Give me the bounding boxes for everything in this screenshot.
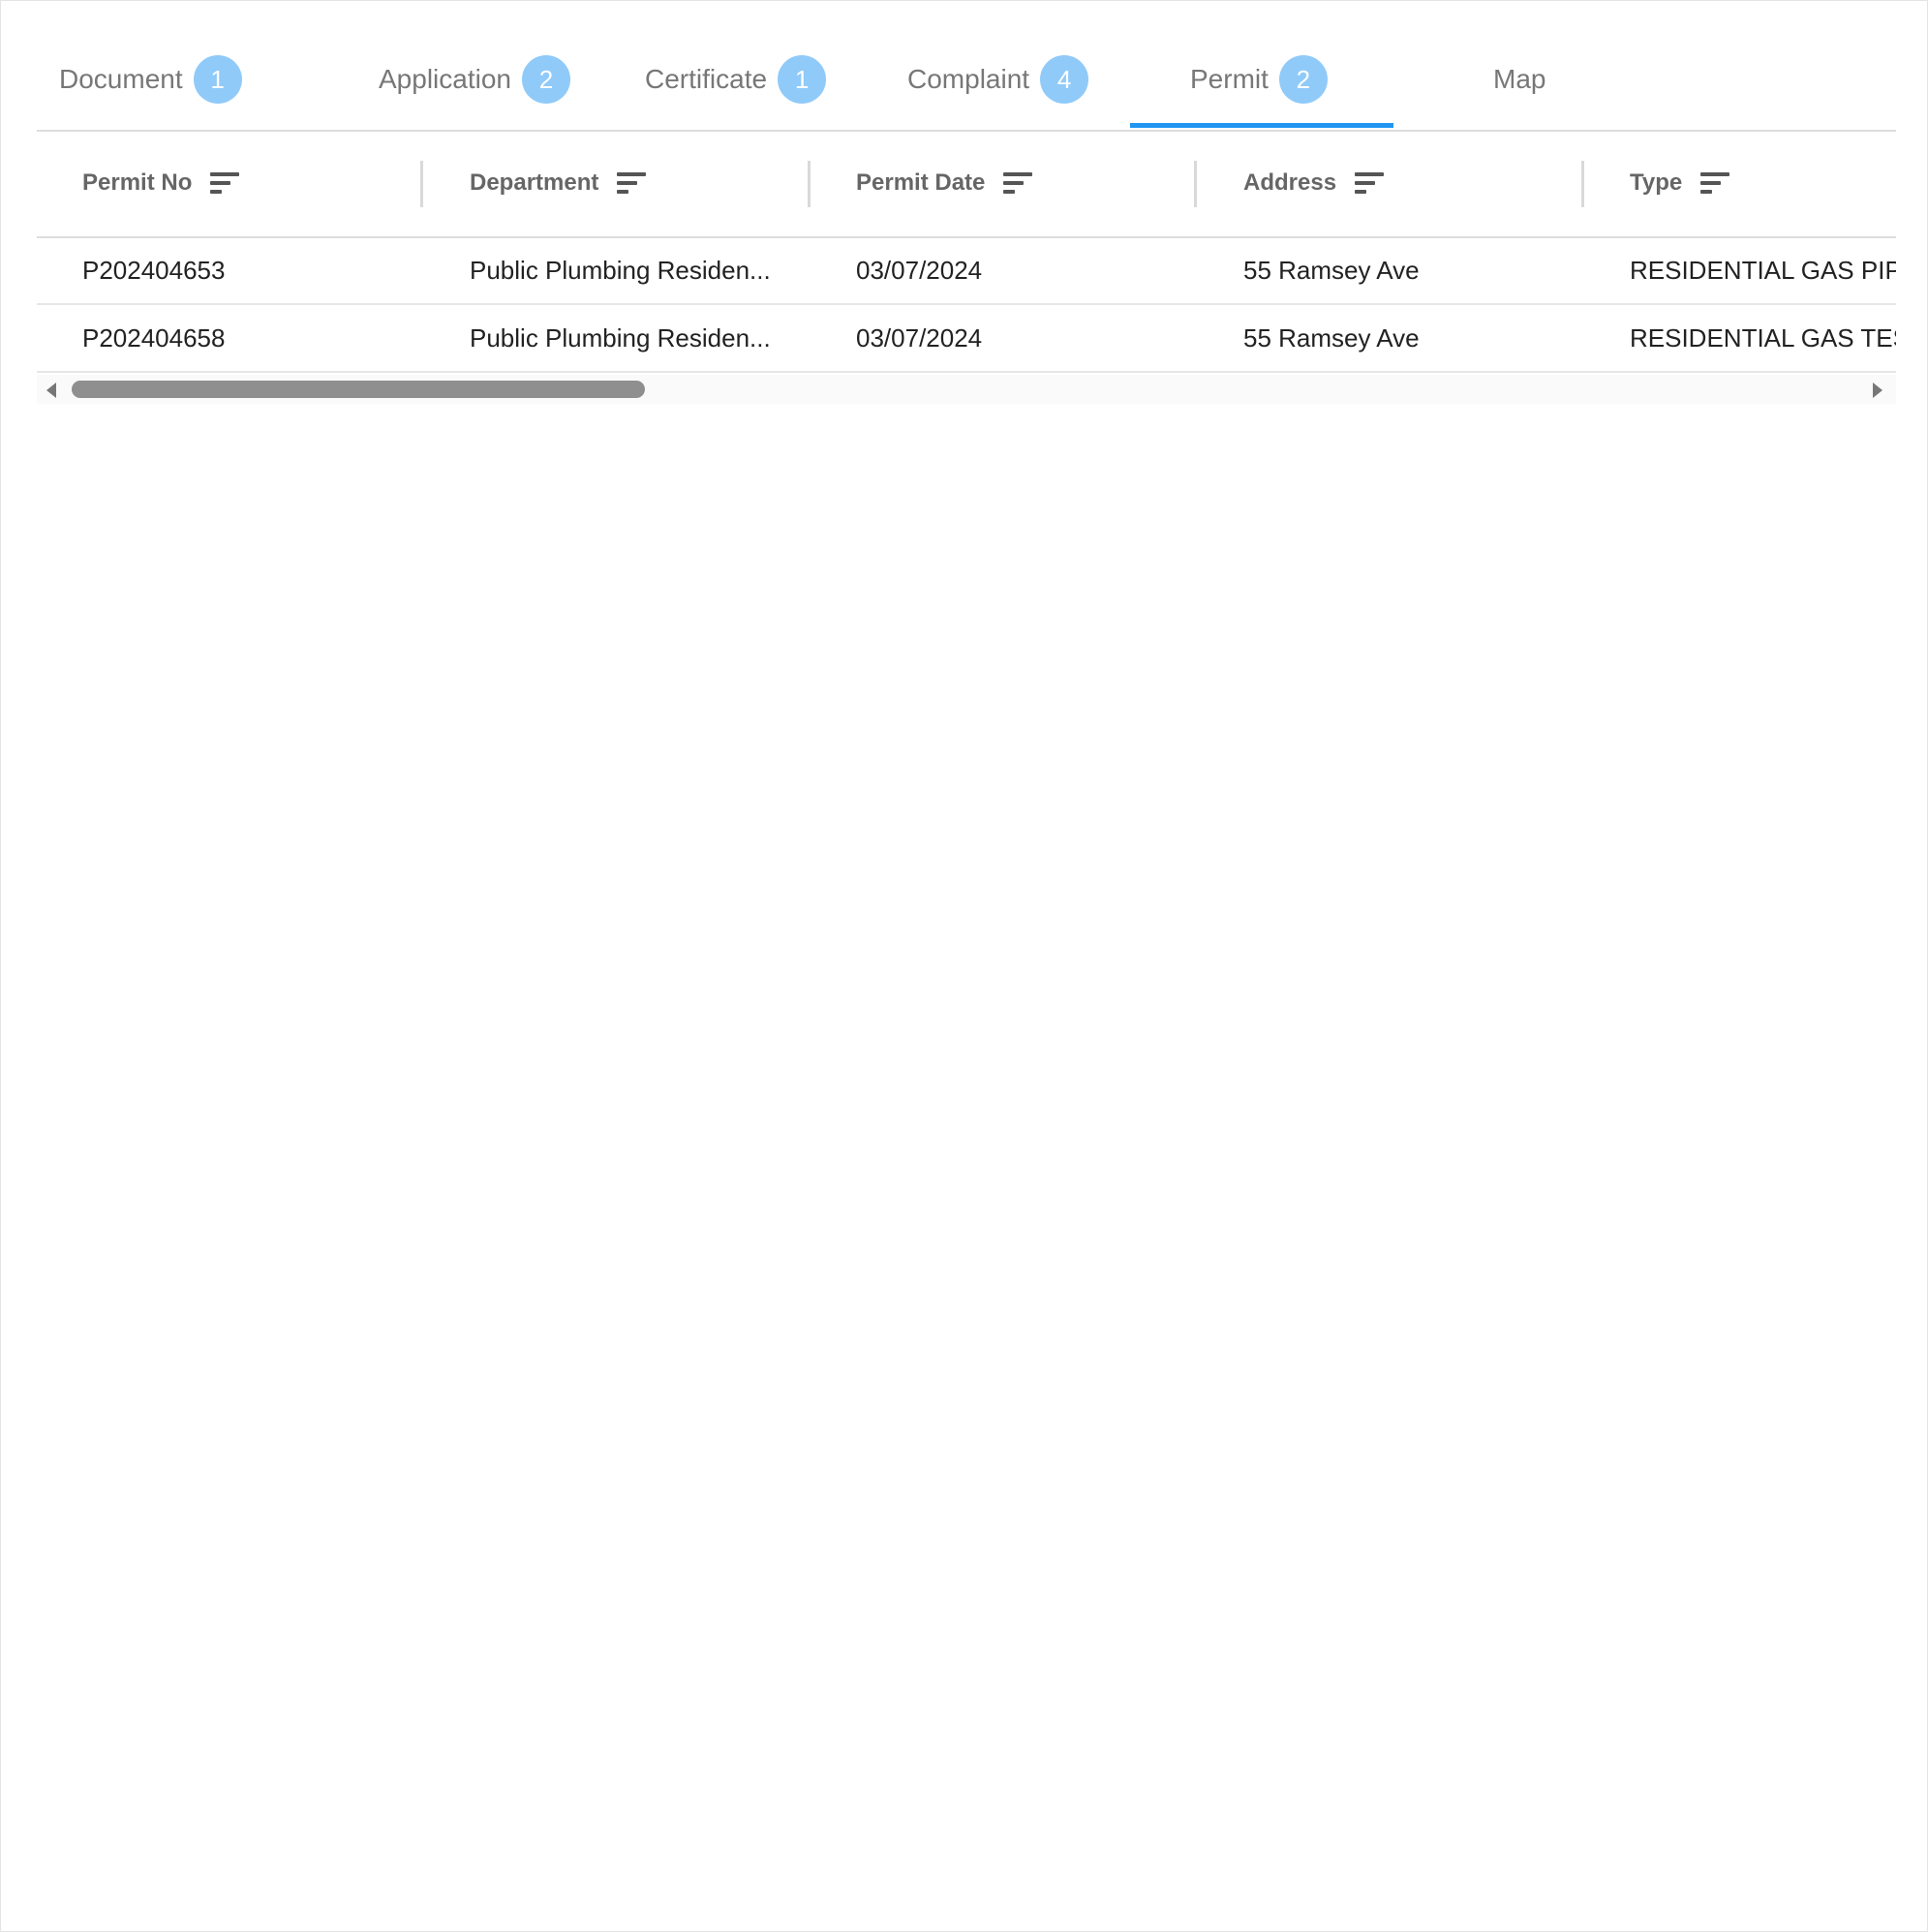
tab-label: Map (1493, 64, 1546, 94)
tab-application[interactable]: Application 2 (379, 54, 570, 105)
cell-address: 55 Ramsey Ave (1243, 322, 1420, 353)
cell-permit-no: P202404658 (82, 322, 226, 353)
tab-label: Certificate (645, 64, 768, 94)
page-frame: Document 1 Application 2 Certificate 1 C… (0, 0, 1928, 1932)
column-header-label: Type (1630, 169, 1683, 196)
tab-document[interactable]: Document 1 (59, 54, 242, 105)
count-badge: 1 (193, 55, 242, 104)
column-resize-handle[interactable] (420, 161, 423, 207)
column-header-department[interactable]: Department (470, 130, 647, 236)
tab-certificate[interactable]: Certificate 1 (645, 54, 827, 105)
column-header-label: Permit No (82, 169, 193, 196)
table-row[interactable]: P202404653 Public Plumbing Residen... 03… (37, 237, 1896, 305)
table-row[interactable]: P202404658 Public Plumbing Residen... 03… (37, 305, 1896, 373)
cell-permit-date: 03/07/2024 (856, 322, 983, 353)
column-header-label: Department (470, 169, 599, 196)
tab-map[interactable]: Map (1493, 54, 1545, 105)
count-badge: 1 (778, 55, 827, 104)
permit-table: Permit No Department Permit Date Address… (37, 130, 1896, 404)
column-header-permit-no[interactable]: Permit No (82, 130, 240, 236)
tab-bar: Document 1 Application 2 Certificate 1 C… (37, 1, 1896, 132)
column-resize-handle[interactable] (1194, 161, 1197, 207)
triangle-right-icon[interactable] (1873, 383, 1882, 398)
cell-permit-date: 03/07/2024 (856, 255, 983, 285)
column-header-address[interactable]: Address (1243, 130, 1385, 236)
tab-label: Complaint (907, 64, 1030, 94)
count-badge: 4 (1040, 55, 1089, 104)
sort-icon[interactable] (1355, 172, 1385, 194)
triangle-left-icon[interactable] (46, 383, 56, 398)
sort-icon[interactable] (1003, 172, 1033, 194)
sort-icon[interactable] (617, 172, 647, 194)
tab-label: Document (59, 64, 183, 94)
cell-type: RESIDENTIAL GAS PIPIN (1630, 255, 1896, 285)
horizontal-scrollbar[interactable] (37, 375, 1896, 404)
tab-complaint[interactable]: Complaint 4 (907, 54, 1089, 105)
column-resize-handle[interactable] (1581, 161, 1584, 207)
scrollbar-thumb[interactable] (72, 381, 645, 398)
cell-department: Public Plumbing Residen... (470, 322, 771, 353)
tab-label: Permit (1190, 64, 1269, 94)
column-header-permit-date[interactable]: Permit Date (856, 130, 1033, 236)
column-resize-handle[interactable] (808, 161, 811, 207)
table-header-row: Permit No Department Permit Date Address… (37, 130, 1896, 238)
sort-icon[interactable] (1700, 172, 1730, 194)
count-badge: 2 (1278, 55, 1328, 104)
column-header-type[interactable]: Type (1630, 130, 1730, 236)
sort-icon[interactable] (210, 172, 240, 194)
active-tab-indicator (1130, 123, 1393, 128)
count-badge: 2 (521, 55, 570, 104)
column-header-label: Permit Date (856, 169, 986, 196)
column-header-label: Address (1243, 169, 1337, 196)
cell-address: 55 Ramsey Ave (1243, 255, 1420, 285)
cell-type: RESIDENTIAL GAS TEST (1630, 322, 1896, 353)
cell-department: Public Plumbing Residen... (470, 255, 771, 285)
tab-permit[interactable]: Permit 2 (1190, 54, 1328, 105)
cell-permit-no: P202404653 (82, 255, 226, 285)
tab-label: Application (379, 64, 511, 94)
